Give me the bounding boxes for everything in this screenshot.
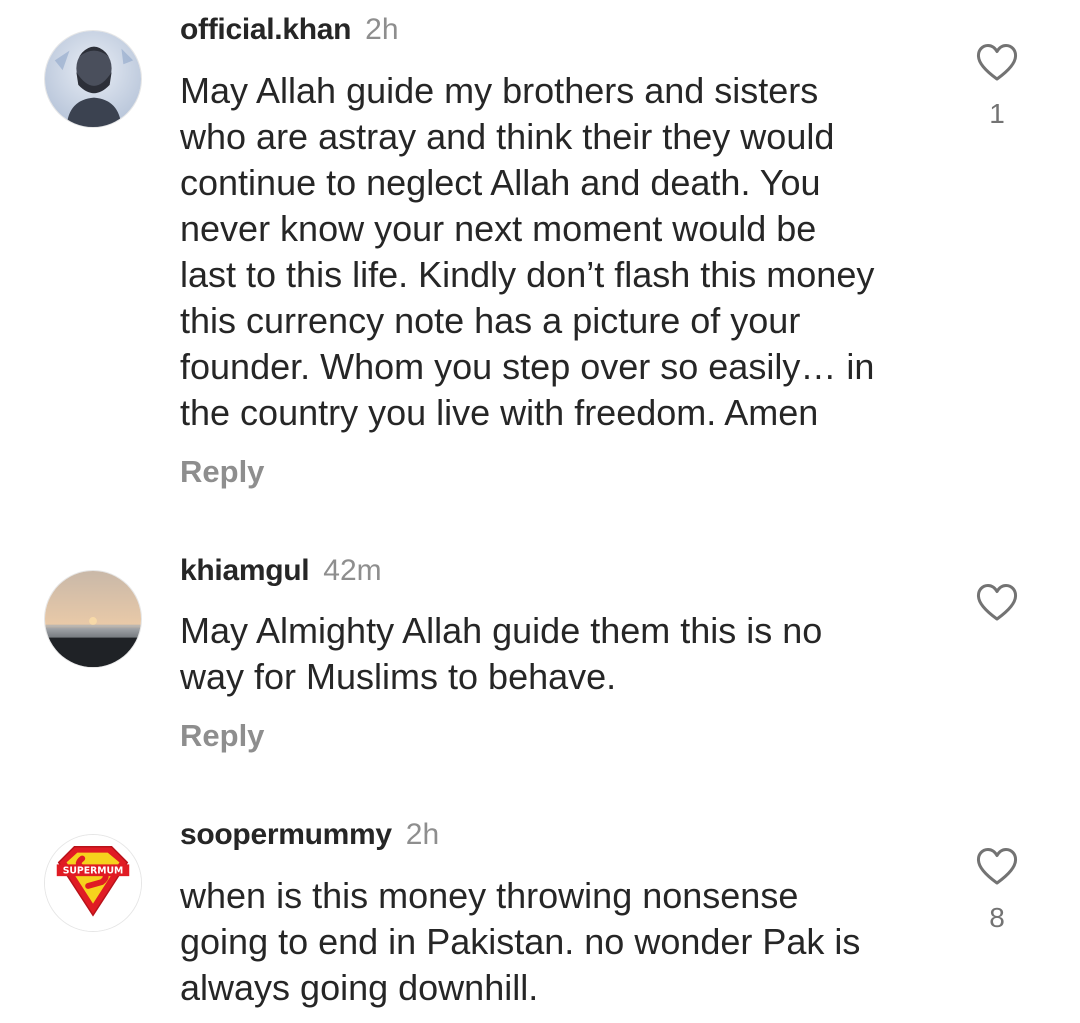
timestamp: 42m — [323, 554, 382, 587]
like-count: 8 — [989, 902, 1005, 933]
username[interactable]: soopermummy — [180, 818, 392, 851]
profile-photo-icon — [45, 31, 141, 127]
comment-header: khiamgul 42m — [180, 553, 382, 589]
profile-photo-icon — [45, 571, 141, 667]
avatar[interactable] — [44, 570, 142, 668]
heart-outline-icon[interactable] — [975, 846, 1019, 886]
superman-logo-icon: SUPERMUM — [45, 835, 141, 931]
reply-button[interactable]: Reply — [180, 454, 264, 490]
timestamp: 2h — [365, 13, 399, 46]
username[interactable]: official.khan — [180, 13, 351, 46]
avatar-logo-text: SUPERMUM — [63, 866, 124, 877]
avatar[interactable] — [44, 30, 142, 128]
reply-button[interactable]: Reply — [180, 718, 264, 754]
timestamp: 2h — [405, 818, 440, 851]
comment-text: May Allah guide my brothers and sisters … — [180, 70, 875, 433]
comment-header: soopermummy 2h — [180, 817, 439, 853]
like-count: 1 — [989, 98, 1005, 129]
comment-header: official.khan 2h — [180, 12, 399, 48]
comment-text: when is this money throwing nonsense goi… — [180, 875, 861, 1008]
comment-text: May Almighty Allah guide them this is no… — [180, 610, 823, 697]
username[interactable]: khiamgul — [180, 554, 310, 587]
avatar[interactable]: SUPERMUM — [44, 834, 142, 932]
heart-outline-icon[interactable] — [975, 582, 1019, 622]
heart-outline-icon[interactable] — [975, 42, 1019, 82]
